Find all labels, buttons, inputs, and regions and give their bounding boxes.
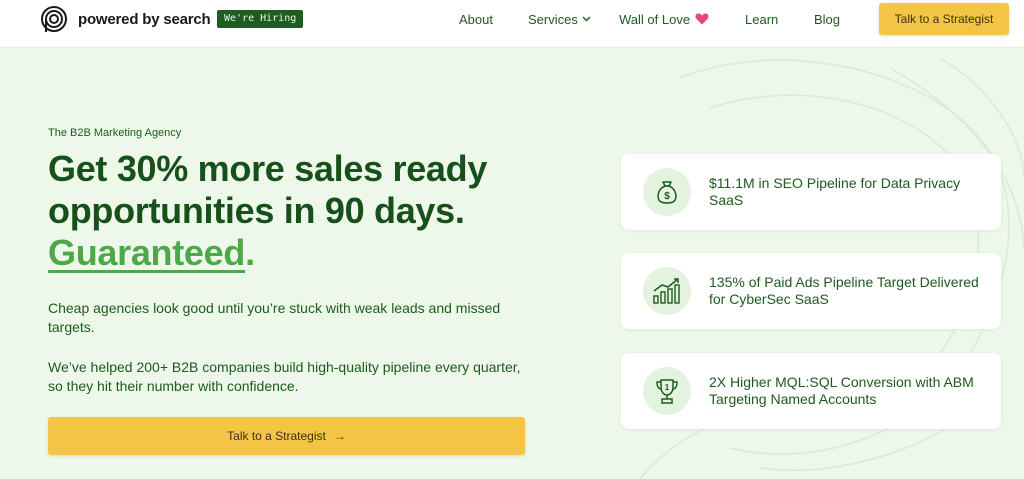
hero-eyebrow: The B2B Marketing Agency [48, 127, 182, 139]
nav-services[interactable]: Services [528, 0, 591, 38]
nav-about[interactable]: About [459, 0, 493, 38]
hero-paragraph-2: We’ve helped 200+ B2B companies build hi… [48, 359, 521, 394]
site-header: powered by search We're Hiring About Ser… [0, 0, 1024, 48]
trophy-icon: 1 [643, 367, 691, 415]
headline-accent: Guaranteed [48, 232, 246, 273]
headline-line-1: Get 30% more sales ready [48, 148, 488, 189]
svg-text:1: 1 [665, 383, 670, 392]
nav-blog-label: Blog [814, 11, 841, 27]
stat-card-paid-ads: 135% of Paid Ads Pipeline Target Deliver… [621, 253, 1001, 329]
nav-services-label: Services [528, 11, 578, 27]
hiring-badge[interactable]: We're Hiring [217, 10, 304, 28]
logo-text: powered by search [78, 10, 211, 28]
stat-card-abm: 1 2X Higher MQL:SQL Conversion with ABM … [621, 353, 1001, 429]
nav-wall-of-love[interactable]: Wall of Love [619, 0, 709, 38]
money-bag-icon: $ [643, 168, 691, 216]
stat-text: 135% of Paid Ads Pipeline Target Deliver… [709, 274, 979, 307]
nav-learn[interactable]: Learn [745, 0, 778, 38]
headline-dot: . [245, 232, 255, 273]
hero-cta-label: Talk to a Strategist [227, 429, 326, 443]
nav-about-label: About [459, 11, 493, 27]
chevron-down-icon [582, 16, 591, 22]
stat-text: $11.1M in SEO Pipeline for Data Privacy … [709, 175, 961, 208]
heart-icon [695, 13, 709, 25]
svg-text:$: $ [664, 191, 670, 202]
stat-card-seo: $ $11.1M in SEO Pipeline for Data Privac… [621, 154, 1001, 230]
nav-blog[interactable]: Blog [814, 0, 840, 38]
nav-wall-of-love-label: Wall of Love [619, 11, 691, 27]
stat-text: 2X Higher MQL:SQL Conversion with ABM Ta… [709, 374, 974, 407]
hero-paragraph-1: Cheap agencies look good until you’re st… [48, 300, 501, 335]
hero-headline: Get 30% more sales ready opportunities i… [48, 148, 568, 274]
header-talk-to-strategist-button[interactable]: Talk to a Strategist [879, 3, 1009, 35]
nav-learn-label: Learn [745, 11, 779, 27]
logo-mark-icon [41, 6, 67, 32]
hero-talk-to-strategist-button[interactable]: Talk to a Strategist → [48, 417, 525, 455]
headline-line-2: opportunities in 90 days. [48, 190, 465, 231]
bar-chart-growth-icon [643, 267, 691, 315]
arrow-right-icon: → [333, 429, 346, 443]
logo[interactable]: powered by search [40, 5, 211, 33]
